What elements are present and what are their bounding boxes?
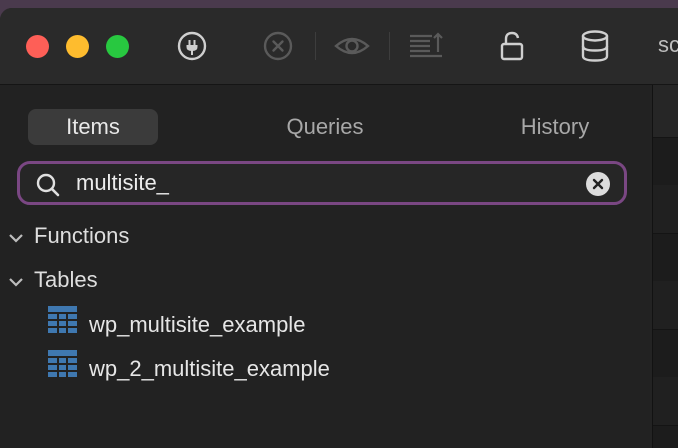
table-icon	[48, 306, 77, 342]
export-icon	[408, 28, 444, 64]
content-header	[653, 85, 678, 138]
tab-history[interactable]: History	[490, 109, 620, 145]
tab-items[interactable]: Items	[28, 109, 158, 145]
section-functions[interactable]: Functions	[8, 220, 129, 252]
content-row	[653, 185, 678, 234]
stop-icon	[260, 28, 296, 64]
content-row	[653, 281, 678, 330]
sidebar: Items Queries History Functions	[0, 85, 650, 448]
lock-icon[interactable]	[494, 28, 530, 64]
tab-queries[interactable]: Queries	[260, 109, 390, 145]
clear-search-icon[interactable]	[586, 172, 610, 196]
search-input[interactable]	[76, 168, 566, 198]
toolbar: sc	[0, 8, 678, 85]
plug-icon[interactable]	[174, 28, 210, 64]
list-item[interactable]: wp_multisite_example	[48, 306, 306, 342]
chevron-down-icon[interactable]	[8, 221, 26, 253]
minimize-window-button[interactable]	[66, 35, 89, 58]
section-tables[interactable]: Tables	[8, 264, 98, 296]
content-row	[653, 329, 678, 378]
search-field[interactable]	[17, 161, 627, 205]
section-label: Functions	[34, 223, 130, 248]
table-name: wp_2_multisite_example	[89, 355, 330, 381]
toolbar-divider	[389, 32, 390, 60]
search-icon	[36, 173, 60, 202]
content-row	[653, 377, 678, 426]
app-window: sc Items Queries History multisite_ Func…	[0, 8, 678, 448]
section-label: Tables	[34, 267, 98, 292]
sidebar-tabs: Items Queries History	[28, 109, 628, 147]
maximize-window-button[interactable]	[106, 35, 129, 58]
chevron-down-icon[interactable]	[8, 265, 26, 297]
eye-icon	[334, 28, 370, 64]
toolbar-divider	[315, 32, 316, 60]
database-icon[interactable]	[577, 28, 613, 64]
close-window-button[interactable]	[26, 35, 49, 58]
list-item[interactable]: wp_2_multisite_example	[48, 350, 330, 386]
toolbar-overflow-label[interactable]: sc	[658, 32, 678, 58]
content-row	[653, 137, 678, 186]
content-row	[653, 233, 678, 282]
content-pane	[652, 85, 678, 448]
table-icon	[48, 350, 77, 386]
table-name: wp_multisite_example	[89, 311, 306, 337]
